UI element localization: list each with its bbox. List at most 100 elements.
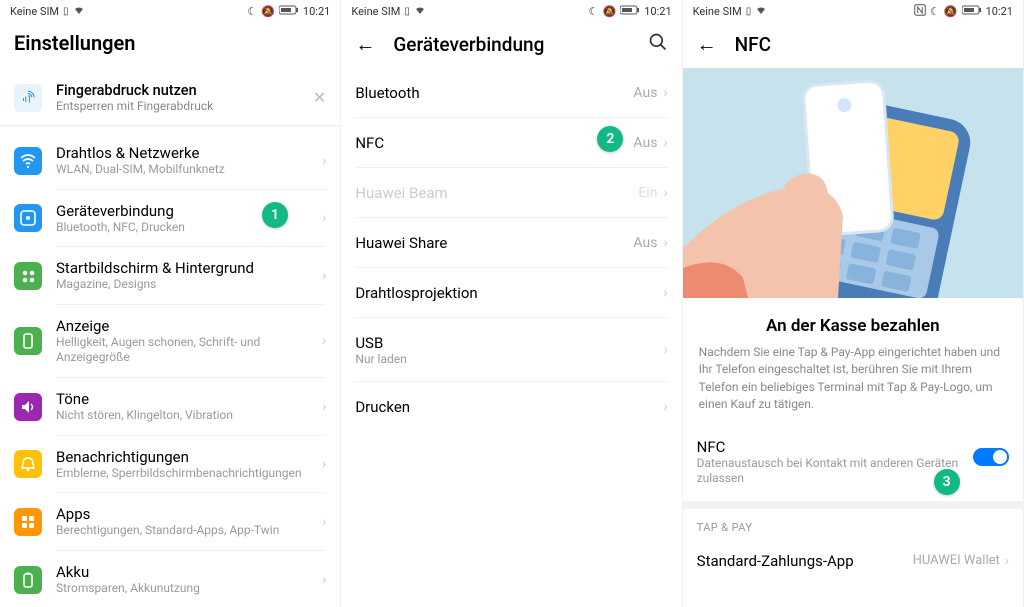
row-title: Apps — [56, 505, 322, 523]
chevron-right-icon: › — [663, 342, 667, 358]
conn-row-bluetooth[interactable]: Bluetooth Aus › — [341, 68, 681, 118]
chevron-right-icon: › — [663, 399, 667, 415]
nfc-row-sub: Datenaustausch bei Kontakt mit anderen G… — [697, 456, 973, 487]
section-tap-pay: TAP & PAY — [683, 509, 1023, 540]
nfc-row-title: NFC — [697, 438, 973, 456]
chevron-right-icon: › — [663, 285, 667, 301]
conn-row-huawei-beam: Huawei Beam Ein › — [341, 168, 681, 218]
chevron-right-icon: › — [322, 210, 326, 226]
row-value: Aus — [633, 85, 657, 101]
search-icon[interactable] — [648, 32, 668, 57]
settings-row-battery[interactable]: Akku Stromsparen, Akkunutzung › — [0, 551, 340, 607]
default-pay-app-row[interactable]: Standard-Zahlungs-App HUAWEI Wallet › — [683, 540, 1023, 582]
battery-icon — [620, 5, 640, 18]
pay-app-title: Standard-Zahlungs-App — [697, 552, 913, 570]
conn-row-drucken[interactable]: Drucken › — [341, 382, 681, 432]
suggestion-sub: Entsperren mit Fingerabdruck — [56, 99, 313, 113]
moon-icon: ☾ — [930, 5, 940, 18]
screen-nfc: Keine SIM ▯ ☾ 🔕 10:21 ← NFC — [683, 0, 1024, 607]
mute-icon: 🔕 — [603, 5, 617, 18]
battery-icon — [279, 5, 299, 18]
row-title: Huawei Share — [355, 234, 633, 252]
row-title: Huawei Beam — [355, 184, 638, 202]
mute-icon: 🔕 — [261, 5, 275, 18]
page-title: Geräteverbindung — [393, 33, 647, 56]
nfc-toggle-row[interactable]: NFC Datenaustausch bei Kontakt mit ander… — [683, 428, 1023, 501]
chevron-right-icon: › — [322, 456, 326, 472]
suggestion-title: Fingerabdruck nutzen — [56, 82, 313, 99]
sim-icon: ▯ — [404, 6, 410, 17]
row-sub: WLAN, Dual-SIM, Mobilfunknetz — [56, 162, 322, 178]
screen-settings: Keine SIM ▯ ☾ 🔕 10:21 Einstellungen Fing… — [0, 0, 341, 607]
chevron-right-icon: › — [322, 572, 326, 588]
header: ← Geräteverbindung — [341, 20, 681, 68]
row-title: Töne — [56, 390, 322, 408]
conn-row-huawei-share[interactable]: Huawei Share Aus › — [341, 218, 681, 268]
clock: 10:21 — [303, 5, 330, 18]
settings-row-link[interactable]: Geräteverbindung Bluetooth, NFC, Drucken… — [0, 190, 340, 248]
row-title: USB — [355, 334, 663, 352]
conn-row-usb[interactable]: USB Nur laden › — [341, 318, 681, 382]
wifi-icon — [73, 5, 85, 18]
badge-1: 1 — [262, 202, 288, 228]
wifi-icon — [414, 5, 426, 18]
wifi-icon — [755, 5, 767, 18]
suggestion-fingerprint[interactable]: Fingerabdruck nutzen Entsperren mit Fing… — [0, 70, 340, 126]
sim-icon: ▯ — [63, 6, 69, 17]
row-title: Drucken — [355, 398, 663, 416]
chevron-right-icon: › — [322, 514, 326, 530]
settings-row-wifi[interactable]: Drahtlos & Netzwerke WLAN, Dual-SIM, Mob… — [0, 132, 340, 190]
header: Einstellungen — [0, 20, 340, 70]
battery-icon — [14, 566, 42, 594]
settings-row-display[interactable]: Anzeige Helligkeit, Augen schonen, Schri… — [0, 305, 340, 378]
sim-label: Keine SIM — [693, 5, 742, 18]
status-bar: Keine SIM ▯ ☾ 🔕 10:21 — [0, 0, 340, 20]
row-title: Benachrichtigungen — [56, 448, 322, 466]
section-gap — [683, 501, 1023, 509]
conn-row-nfc[interactable]: NFC Aus › — [341, 118, 681, 168]
status-bar: Keine SIM ▯ ☾ 🔕 10:21 — [683, 0, 1023, 20]
wifi-icon — [14, 147, 42, 175]
pay-app-value: HUAWEI Wallet — [913, 553, 1000, 568]
mute-icon: 🔕 — [944, 5, 958, 18]
back-icon[interactable]: ← — [355, 32, 375, 57]
settings-row-sound[interactable]: Töne Nicht stören, Klingelton, Vibration… — [0, 378, 340, 436]
chevron-right-icon: › — [663, 235, 667, 251]
chevron-right-icon: › — [1005, 553, 1009, 569]
row-title: Akku — [56, 563, 322, 581]
row-sub: Magazine, Designs — [56, 277, 322, 293]
sim-label: Keine SIM — [10, 5, 59, 18]
screen-device-conn: Keine SIM ▯ ☾ 🔕 10:21 ← Geräteverbindung… — [341, 0, 682, 607]
row-sub: Stromsparen, Akkunutzung — [56, 581, 322, 597]
moon-icon: ☾ — [589, 5, 599, 18]
close-icon[interactable]: ✕ — [313, 88, 326, 107]
nfc-toggle[interactable] — [973, 448, 1009, 466]
sound-icon — [14, 393, 42, 421]
row-title: Drahtlos & Netzwerke — [56, 144, 322, 162]
settings-row-home[interactable]: Startbildschirm & Hintergrund Magazine, … — [0, 247, 340, 305]
row-sub: Nur laden — [355, 352, 663, 366]
row-title: Bluetooth — [355, 84, 633, 102]
status-bar: Keine SIM ▯ ☾ 🔕 10:21 — [341, 0, 681, 20]
settings-row-bell[interactable]: Benachrichtigungen Embleme, Sperrbildsch… — [0, 436, 340, 494]
back-icon[interactable]: ← — [697, 32, 717, 57]
link-icon — [14, 204, 42, 232]
row-sub: Embleme, Sperrbildschirmbenachrichtigung… — [56, 466, 322, 482]
clock: 10:21 — [986, 5, 1013, 18]
moon-icon: ☾ — [247, 5, 257, 18]
settings-row-apps[interactable]: Apps Berechtigungen, Standard-Apps, App-… — [0, 493, 340, 551]
sim-icon: ▯ — [746, 6, 752, 17]
chevron-right-icon: › — [663, 135, 667, 151]
nfc-pay-illustration — [683, 68, 1023, 298]
apps-icon — [14, 508, 42, 536]
badge-3: 3 — [934, 469, 960, 495]
page-title: Einstellungen — [14, 31, 326, 55]
chevron-right-icon: › — [663, 185, 667, 201]
nfc-icon — [914, 4, 926, 19]
row-title: Drahtlosprojektion — [355, 284, 663, 302]
clock: 10:21 — [644, 5, 671, 18]
row-title: Startbildschirm & Hintergrund — [56, 259, 322, 277]
row-sub: Helligkeit, Augen schonen, Schrift- und … — [56, 335, 322, 366]
display-icon — [14, 327, 42, 355]
conn-row-drahtlosprojektion[interactable]: Drahtlosprojektion › — [341, 268, 681, 318]
